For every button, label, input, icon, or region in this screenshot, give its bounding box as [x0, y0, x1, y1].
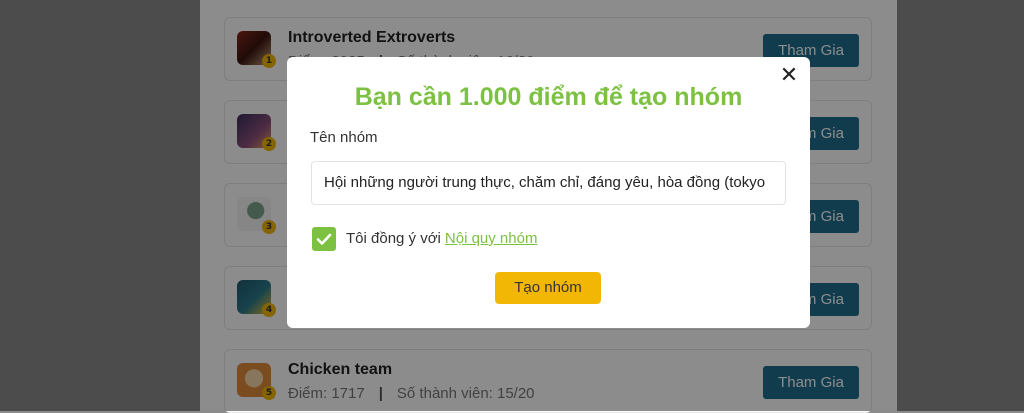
group-rules-link[interactable]: Nội quy nhóm	[445, 230, 538, 247]
agree-checkbox[interactable]	[312, 227, 336, 251]
group-name-input[interactable]: Hội những người trung thực, chăm chỉ, đá…	[311, 161, 786, 205]
group-name-label: Tên nhóm	[310, 129, 378, 146]
agree-text: Tôi đồng ý với	[346, 230, 441, 247]
agree-label: Tôi đồng ý với Nội quy nhóm	[346, 230, 537, 247]
create-group-button[interactable]: Tạo nhóm	[495, 272, 601, 304]
modal-title: Bạn cần 1.000 điểm để tạo nhóm	[354, 83, 743, 111]
check-icon	[316, 233, 332, 245]
create-group-modal: ✕ Bạn cần 1.000 điểm để tạo nhóm Tên nhó…	[287, 57, 810, 328]
